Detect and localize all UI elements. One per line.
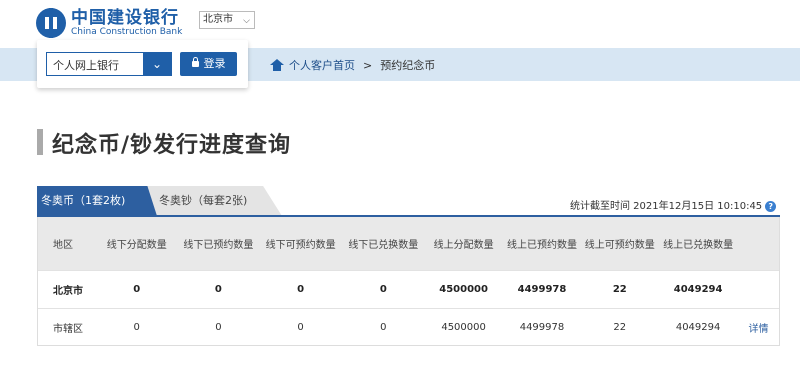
logo-name-en: China Construction Bank <box>71 26 183 37</box>
city-select[interactable]: 北京市 ⌵ <box>199 11 255 29</box>
column-header: 线下已预约数量 <box>183 239 254 251</box>
table-row: 市辖区 0 0 0 0 4500000 4499978 22 4049294 详… <box>38 308 779 346</box>
cell-region: 市辖区 <box>53 323 83 335</box>
cell-offline-alloc: 0 <box>133 283 141 295</box>
cell-offline-alloc: 0 <box>133 321 140 333</box>
breadcrumb-separator: > <box>363 58 373 72</box>
login-panel: 个人网上银行 ⌄ 登录 <box>37 40 248 88</box>
column-header: 线上可预约数量 <box>584 239 655 251</box>
tab-olympic-coin[interactable]: 冬奥币（1套2枚) <box>37 186 157 216</box>
ccb-logo[interactable]: 中国建设银行 China Construction Bank <box>36 8 182 38</box>
column-header: 线下可预约数量 <box>265 239 336 251</box>
cell-online-alloc: 4500000 <box>441 321 486 333</box>
help-icon[interactable]: ? <box>765 201 777 212</box>
breadcrumb-home-link[interactable]: 个人客户首页 <box>289 57 355 73</box>
login-button[interactable]: 登录 <box>180 52 237 76</box>
ccb-logo-icon <box>36 8 66 38</box>
chevron-down-icon: ⌵ <box>243 16 250 26</box>
column-header: 线上分配数量 <box>433 239 494 251</box>
cell-online-reserved: 4499978 <box>519 321 565 333</box>
column-header: 地区 <box>53 239 73 251</box>
logo-name-cn: 中国建设银行 <box>71 7 179 28</box>
cell-online-alloc: 4500000 <box>439 283 488 295</box>
column-header: 线下已兑换数量 <box>348 239 419 251</box>
column-header: 线上已预约数量 <box>506 239 577 251</box>
city-select-value: 北京市 <box>203 14 233 25</box>
cell-offline-reserved: 0 <box>215 321 222 333</box>
bank-type-select[interactable]: 个人网上银行 ⌄ <box>46 52 172 76</box>
cell-online-available: 22 <box>612 283 627 295</box>
cell-online-exchanged: 4049294 <box>675 321 721 333</box>
chevron-down-icon[interactable]: ⌄ <box>143 53 171 75</box>
cell-offline-exchanged: 0 <box>380 321 387 333</box>
table-row: 北京市 0 0 0 0 4500000 4499978 22 4049294 <box>38 270 779 308</box>
statistics-time: 统计截至时间 2021年12月15日 10:10:45? <box>570 197 777 212</box>
column-header: 线下分配数量 <box>106 239 167 251</box>
breadcrumb: 个人客户首页 > 预约纪念币 <box>270 57 435 73</box>
cell-online-exchanged: 4049294 <box>673 283 723 295</box>
cell-offline-reserved: 0 <box>214 283 222 295</box>
cell-offline-available: 0 <box>297 283 305 295</box>
progress-table: 地区 线下分配数量 线下已预约数量 线下可预约数量 线下已兑换数量 线上分配数量… <box>37 217 780 346</box>
column-header <box>738 217 779 270</box>
statistics-time-text: 统计截至时间 2021年12月15日 10:10:45 <box>570 201 763 212</box>
login-button-label: 登录 <box>203 57 226 70</box>
cell-online-reserved: 4499978 <box>517 283 567 295</box>
logo-text: 中国建设银行 China Construction Bank <box>71 9 182 38</box>
cell-action <box>738 270 779 308</box>
column-header: 线上已兑换数量 <box>663 239 734 251</box>
bank-type-value: 个人网上银行 <box>53 59 119 72</box>
title-accent-bar <box>37 129 43 155</box>
table-header-row: 地区 线下分配数量 线下已预约数量 线下可预约数量 线下已兑换数量 线上分配数量… <box>38 217 779 270</box>
lock-icon <box>191 57 199 67</box>
breadcrumb-current: 预约纪念币 <box>380 59 436 72</box>
tab-olympic-banknote[interactable]: 冬奥钞（每套2张) <box>147 186 282 216</box>
cell-offline-exchanged: 0 <box>379 283 387 295</box>
cell-online-available: 22 <box>613 321 627 333</box>
detail-link[interactable]: 详情 <box>738 308 779 346</box>
cell-offline-available: 0 <box>297 321 304 333</box>
page-title: 纪念币/钞发行进度查询 <box>52 133 292 158</box>
cell-region: 北京市 <box>53 285 83 297</box>
home-icon <box>270 59 284 71</box>
